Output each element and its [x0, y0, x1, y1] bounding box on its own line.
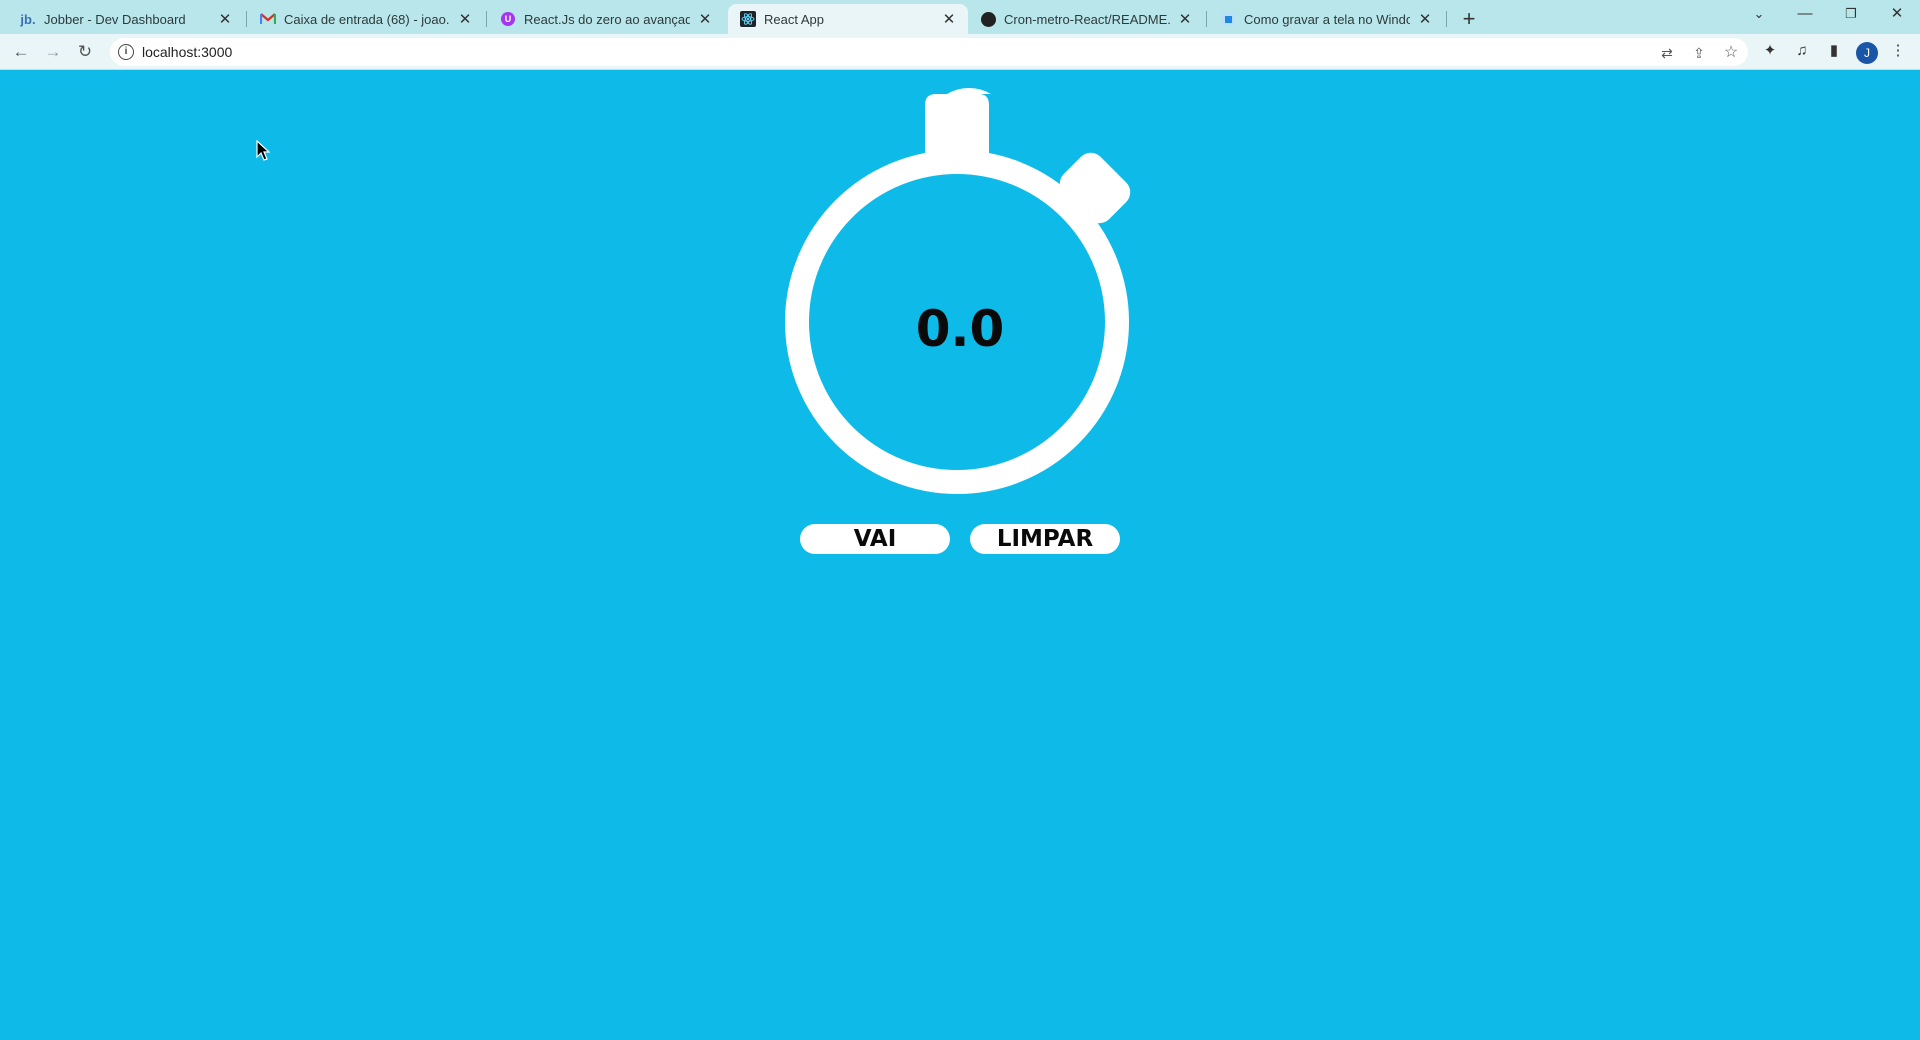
- address-bar[interactable]: i localhost:3000 ⇄ ⇪ ☆: [110, 38, 1748, 66]
- tab-title: React App: [764, 11, 824, 27]
- elapsed-time-display: 0.0: [915, 300, 1005, 358]
- tab-separator: [486, 11, 487, 27]
- extensions-puzzle-icon[interactable]: ✦: [1760, 41, 1780, 61]
- bookmark-star-icon[interactable]: ☆: [1722, 44, 1740, 62]
- minimize-button[interactable]: —: [1782, 0, 1828, 30]
- close-tab-icon[interactable]: ✕: [1416, 10, 1434, 28]
- tab-separator: [246, 11, 247, 27]
- tab-jobber[interactable]: jb. Jobber - Dev Dashboard ✕: [8, 4, 244, 34]
- stopwatch-graphic: [785, 88, 1131, 494]
- mouse-cursor-icon: [256, 140, 270, 161]
- clear-button[interactable]: LIMPAR: [970, 524, 1120, 554]
- back-arrow-icon[interactable]: ←: [8, 39, 34, 65]
- site-info-icon[interactable]: i: [118, 44, 134, 60]
- udemy-icon: U: [500, 11, 516, 27]
- new-tab-button[interactable]: +: [1456, 7, 1482, 33]
- tab-title: Caixa de entrada (68) - joao.olive: [284, 11, 450, 27]
- translate-icon[interactable]: ⇄: [1658, 44, 1676, 62]
- gmail-icon: [260, 11, 276, 27]
- close-tab-icon[interactable]: ✕: [940, 10, 958, 28]
- tab-strip: jb. Jobber - Dev Dashboard ✕ Caixa de en…: [0, 0, 1920, 34]
- tab-title: Como gravar a tela no Windows: [1244, 11, 1410, 27]
- stopwatch: 0.0: [770, 80, 1150, 500]
- profile-avatar[interactable]: J: [1856, 42, 1878, 64]
- start-button[interactable]: VAI: [800, 524, 950, 554]
- media-control-icon[interactable]: ♫: [1792, 41, 1812, 61]
- browser-menu-icon[interactable]: ⋮: [1888, 41, 1908, 61]
- restore-button[interactable]: ❐: [1828, 0, 1874, 30]
- tab-title: Cron-metro-React/README.md a: [1004, 11, 1170, 27]
- browser-toolbar: ← → ↻ i localhost:3000 ⇄ ⇪ ☆ ✦ ♫ ▮ ⋮: [0, 34, 1920, 70]
- tab-react-app[interactable]: React App ✕: [728, 4, 968, 34]
- url-text: localhost:3000: [142, 44, 233, 60]
- close-tab-icon[interactable]: ✕: [216, 10, 234, 28]
- tab-separator: [1446, 11, 1447, 27]
- close-tab-icon[interactable]: ✕: [456, 10, 474, 28]
- reload-icon[interactable]: ↻: [72, 39, 98, 65]
- close-tab-icon[interactable]: ✕: [696, 10, 714, 28]
- tab-separator: [1206, 11, 1207, 27]
- tab-windows-recording[interactable]: Como gravar a tela no Windows ✕: [1208, 4, 1444, 34]
- github-icon: [980, 11, 996, 27]
- close-window-button[interactable]: ✕: [1874, 0, 1920, 30]
- tab-title: Jobber - Dev Dashboard: [44, 11, 186, 27]
- tech-site-icon: [1220, 11, 1236, 27]
- react-icon: [740, 11, 756, 27]
- share-icon[interactable]: ⇪: [1690, 44, 1708, 62]
- jb-logo-icon: jb.: [20, 11, 36, 27]
- tab-gmail[interactable]: Caixa de entrada (68) - joao.olive ✕: [248, 4, 484, 34]
- tab-title: React.Js do zero ao avançado na: [524, 11, 690, 27]
- forward-arrow-icon[interactable]: →: [40, 39, 66, 65]
- tab-github[interactable]: Cron-metro-React/README.md a ✕: [968, 4, 1204, 34]
- side-panel-icon[interactable]: ▮: [1824, 41, 1844, 61]
- tab-udemy[interactable]: U React.Js do zero ao avançado na ✕: [488, 4, 724, 34]
- close-tab-icon[interactable]: ✕: [1176, 10, 1194, 28]
- tab-search-chevron-icon[interactable]: ⌄: [1736, 0, 1782, 30]
